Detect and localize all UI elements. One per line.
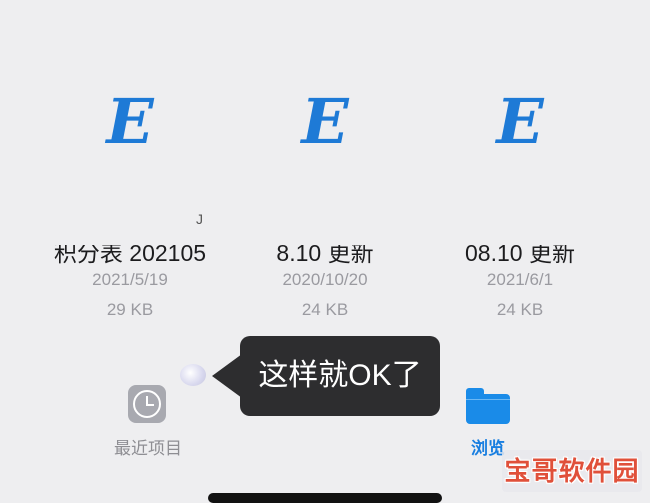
excel-file-icon: E — [106, 85, 154, 158]
watermark-text: 宝哥软件园 — [504, 456, 640, 486]
tab-recent-label: 最近项目 — [114, 439, 182, 458]
file-name: 积分表 202105 — [53, 240, 207, 266]
file-item-1[interactable]: E 积分表 202105 2021/5/19 29 KB — [25, 0, 235, 330]
touch-indicator-dot — [180, 364, 206, 386]
file-date: 2021/6/1 — [486, 270, 554, 289]
file-date: 2020/10/20 — [282, 270, 368, 289]
clock-icon — [128, 385, 166, 423]
tooltip-text: 这样就OK了 — [258, 359, 422, 392]
home-indicator[interactable] — [208, 493, 442, 503]
file-size: 29 KB — [106, 300, 154, 319]
folder-icon — [466, 388, 510, 424]
excel-file-icon: E — [496, 85, 544, 158]
excel-file-icon: E — [301, 85, 349, 158]
watermark: 宝哥软件园 — [502, 450, 642, 492]
tab-recent[interactable]: 最近项目 — [78, 380, 218, 470]
file-size: 24 KB — [496, 300, 544, 319]
file-name: 8.10 更新 — [276, 240, 374, 266]
file-grid: E 积分表 202105 2021/5/19 29 KB E 8.10 更新 2… — [0, 0, 650, 340]
file-date: 2021/5/19 — [92, 270, 168, 289]
file-size: 24 KB — [301, 300, 349, 319]
file-item-2[interactable]: E 8.10 更新 2020/10/20 24 KB — [220, 0, 430, 330]
tooltip: 这样就OK了 — [212, 336, 440, 416]
file-item-3[interactable]: E 08.10 更新 2021/6/1 24 KB — [415, 0, 625, 330]
tooltip-arrow — [212, 354, 242, 398]
stray-mark: J — [196, 211, 203, 227]
file-name: 08.10 更新 — [465, 240, 575, 266]
